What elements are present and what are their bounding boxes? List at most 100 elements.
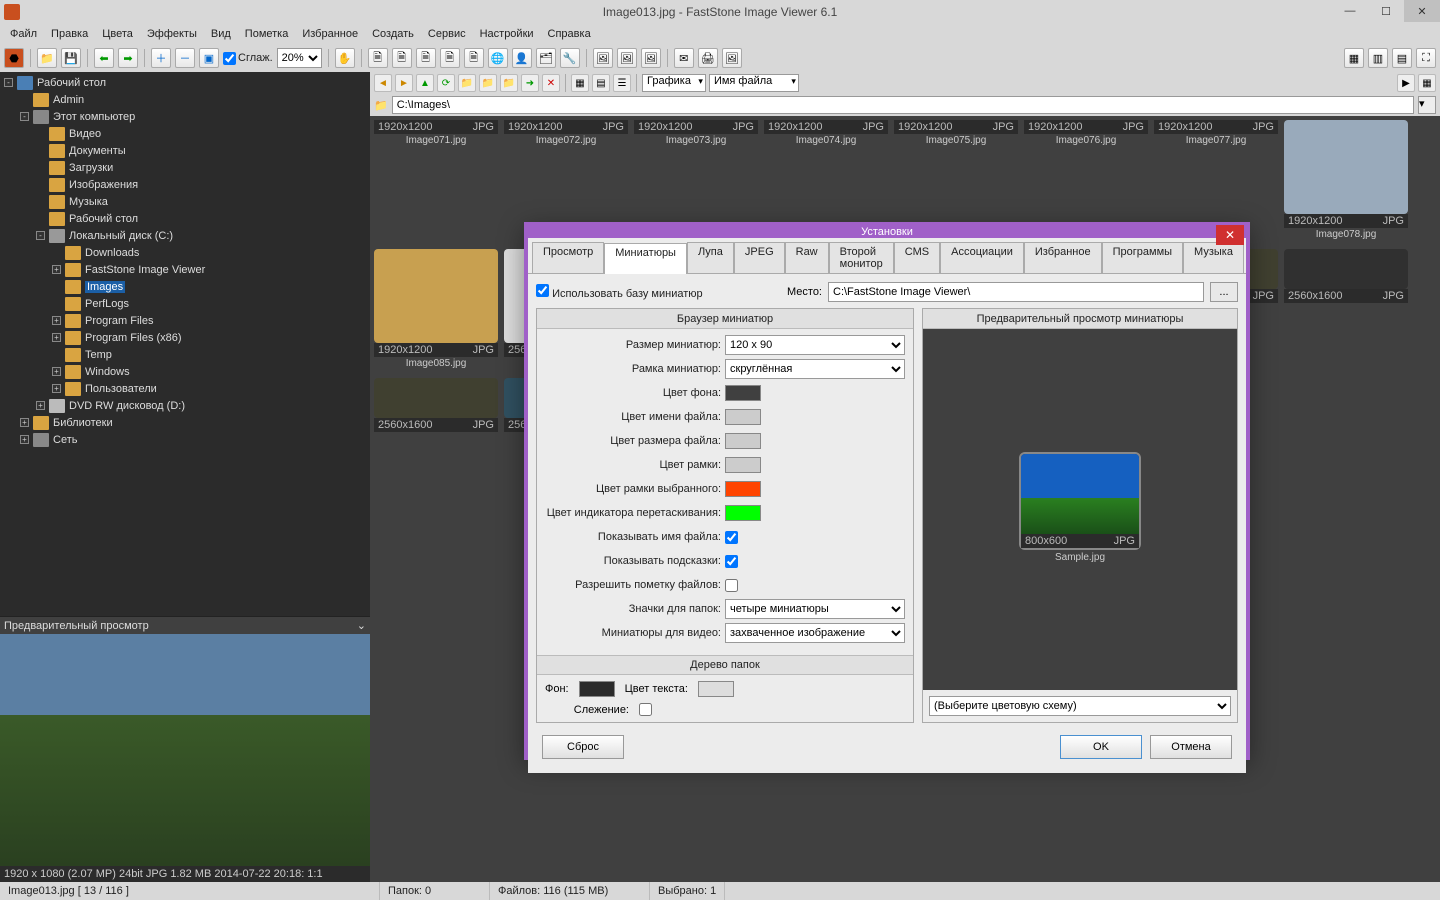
dialog-tab[interactable]: Raw	[785, 242, 829, 273]
nav-forward-icon[interactable]: ►	[395, 74, 413, 92]
view-icon[interactable]: ▦	[571, 74, 589, 92]
thumbnail[interactable]: 1920x1200JPGImage071.jpg	[374, 120, 498, 243]
mail-icon[interactable]: ✉	[674, 48, 694, 68]
menu-Файл[interactable]: Файл	[4, 26, 43, 42]
tool-icon[interactable]: 🗎	[440, 48, 460, 68]
zoom-in-icon[interactable]: ＋	[151, 48, 171, 68]
tree-text-picker[interactable]	[698, 681, 734, 697]
hand-icon[interactable]: ✋	[335, 48, 355, 68]
tree-node[interactable]: +Пользователи	[2, 380, 368, 397]
tool-icon[interactable]: 🖼	[641, 48, 661, 68]
bgcolor-picker[interactable]	[725, 385, 761, 401]
tree-node[interactable]: PerfLogs	[2, 295, 368, 312]
showtips-checkbox[interactable]	[725, 555, 738, 568]
sort-type-select[interactable]: Графика	[642, 74, 706, 92]
tree-node[interactable]: Изображения	[2, 176, 368, 193]
browse-button[interactable]: ...	[1210, 282, 1238, 302]
dialog-tab[interactable]: Программы	[1102, 242, 1183, 273]
dialog-tab[interactable]: JPEG	[734, 242, 785, 273]
reset-button[interactable]: Сброс	[542, 735, 624, 759]
tool-icon[interactable]: 🖼	[722, 48, 742, 68]
zoom-select[interactable]: 20%	[277, 48, 322, 68]
forward-icon[interactable]: ➡	[118, 48, 138, 68]
tool-icon[interactable]: 🗎	[464, 48, 484, 68]
framecolor-picker[interactable]	[725, 457, 761, 473]
dialog-tab[interactable]: Второй монитор	[829, 242, 894, 273]
view-icon[interactable]: ☰	[613, 74, 631, 92]
tree-node[interactable]: Загрузки	[2, 159, 368, 176]
save-icon[interactable]: 💾	[61, 48, 81, 68]
nav-folder-icon[interactable]: 📁	[500, 74, 518, 92]
nav-up-icon[interactable]: ▲	[416, 74, 434, 92]
tool-icon[interactable]: 🔧	[560, 48, 580, 68]
layout-icon[interactable]: ▥	[1368, 48, 1388, 68]
layout-icon[interactable]: ▤	[1392, 48, 1412, 68]
dialog-tab[interactable]: Ассоциации	[940, 242, 1024, 273]
tree-node[interactable]: -Локальный диск (C:)	[2, 227, 368, 244]
dialog-tab[interactable]: Избранное	[1024, 242, 1102, 273]
sizecolor-picker[interactable]	[725, 433, 761, 449]
tree-node[interactable]: Рабочий стол	[2, 210, 368, 227]
address-dropdown[interactable]: ▾	[1418, 96, 1436, 114]
minimize-button[interactable]: —	[1332, 0, 1368, 22]
color-scheme-select[interactable]: (Выберите цветовую схему)	[929, 696, 1231, 716]
showname-checkbox[interactable]	[725, 531, 738, 544]
menu-Цвета[interactable]: Цвета	[96, 26, 139, 42]
dragcolor-picker[interactable]	[725, 505, 761, 521]
menu-Эффекты[interactable]: Эффекты	[141, 26, 203, 42]
tree-node[interactable]: +FastStone Image Viewer	[2, 261, 368, 278]
tool-icon[interactable]: 🖼	[617, 48, 637, 68]
place-input[interactable]: C:\FastStone Image Viewer\	[828, 282, 1204, 302]
tree-node[interactable]: Admin	[2, 91, 368, 108]
nav-forward2-icon[interactable]: ➜	[521, 74, 539, 92]
tree-node[interactable]: Temp	[2, 346, 368, 363]
tool-icon[interactable]: 🗂	[536, 48, 556, 68]
tree-node[interactable]: -Этот компьютер	[2, 108, 368, 125]
menu-Сервис[interactable]: Сервис	[422, 26, 472, 42]
dialog-tab[interactable]: CMS	[894, 242, 940, 273]
namecolor-picker[interactable]	[725, 409, 761, 425]
fit-icon[interactable]: ▣	[199, 48, 219, 68]
tree-bg-picker[interactable]	[579, 681, 615, 697]
menu-Настройки[interactable]: Настройки	[474, 26, 540, 42]
maximize-button[interactable]: ☐	[1368, 0, 1404, 22]
collapse-icon[interactable]: ⌄	[357, 619, 366, 632]
nav-refresh-icon[interactable]: ⟳	[437, 74, 455, 92]
tool-icon[interactable]: 🗎	[416, 48, 436, 68]
fullscreen-icon[interactable]: ⛶	[1416, 48, 1436, 68]
dialog-tab[interactable]: Просмотр	[532, 242, 604, 273]
grid-icon[interactable]: ▦	[1418, 74, 1436, 92]
back-icon[interactable]: ⬅	[94, 48, 114, 68]
tree-node[interactable]: Downloads	[2, 244, 368, 261]
tool-icon[interactable]: 🗎	[368, 48, 388, 68]
dialog-tab[interactable]: Миниатюры	[604, 243, 687, 274]
tool-icon[interactable]: 🗎	[392, 48, 412, 68]
cancel-button[interactable]: Отмена	[1150, 735, 1232, 759]
tree-node[interactable]: Видео	[2, 125, 368, 142]
nav-back-icon[interactable]: ◄	[374, 74, 392, 92]
thumb-frame-select[interactable]: скруглённая	[725, 359, 905, 379]
tracking-checkbox[interactable]	[639, 703, 652, 716]
selcolor-picker[interactable]	[725, 481, 761, 497]
menu-Справка[interactable]: Справка	[542, 26, 597, 42]
tree-node[interactable]: +Библиотеки	[2, 414, 368, 431]
nav-delete-icon[interactable]: ✕	[542, 74, 560, 92]
tool-icon[interactable]: 🖼	[593, 48, 613, 68]
close-button[interactable]: ✕	[1404, 0, 1440, 22]
layout-icon[interactable]: ▦	[1344, 48, 1364, 68]
videothumbs-select[interactable]: захваченное изображение	[725, 623, 905, 643]
tree-node[interactable]: +Windows	[2, 363, 368, 380]
zoom-out-icon[interactable]: －	[175, 48, 195, 68]
tool-icon[interactable]: 🌐	[488, 48, 508, 68]
nav-folder-icon[interactable]: 📁	[479, 74, 497, 92]
sort-field-select[interactable]: Имя файла	[709, 74, 799, 92]
view-icon[interactable]: ▤	[592, 74, 610, 92]
open-icon[interactable]: 📁	[37, 48, 57, 68]
dialog-tab[interactable]: Музыка	[1183, 242, 1244, 273]
nav-folder-icon[interactable]: 📁	[458, 74, 476, 92]
menu-Вид[interactable]: Вид	[205, 26, 237, 42]
tree-node[interactable]: +Program Files	[2, 312, 368, 329]
address-input[interactable]: C:\Images\	[392, 96, 1414, 114]
tree-node[interactable]: +Program Files (x86)	[2, 329, 368, 346]
slideshow-icon[interactable]: ▶	[1397, 74, 1415, 92]
